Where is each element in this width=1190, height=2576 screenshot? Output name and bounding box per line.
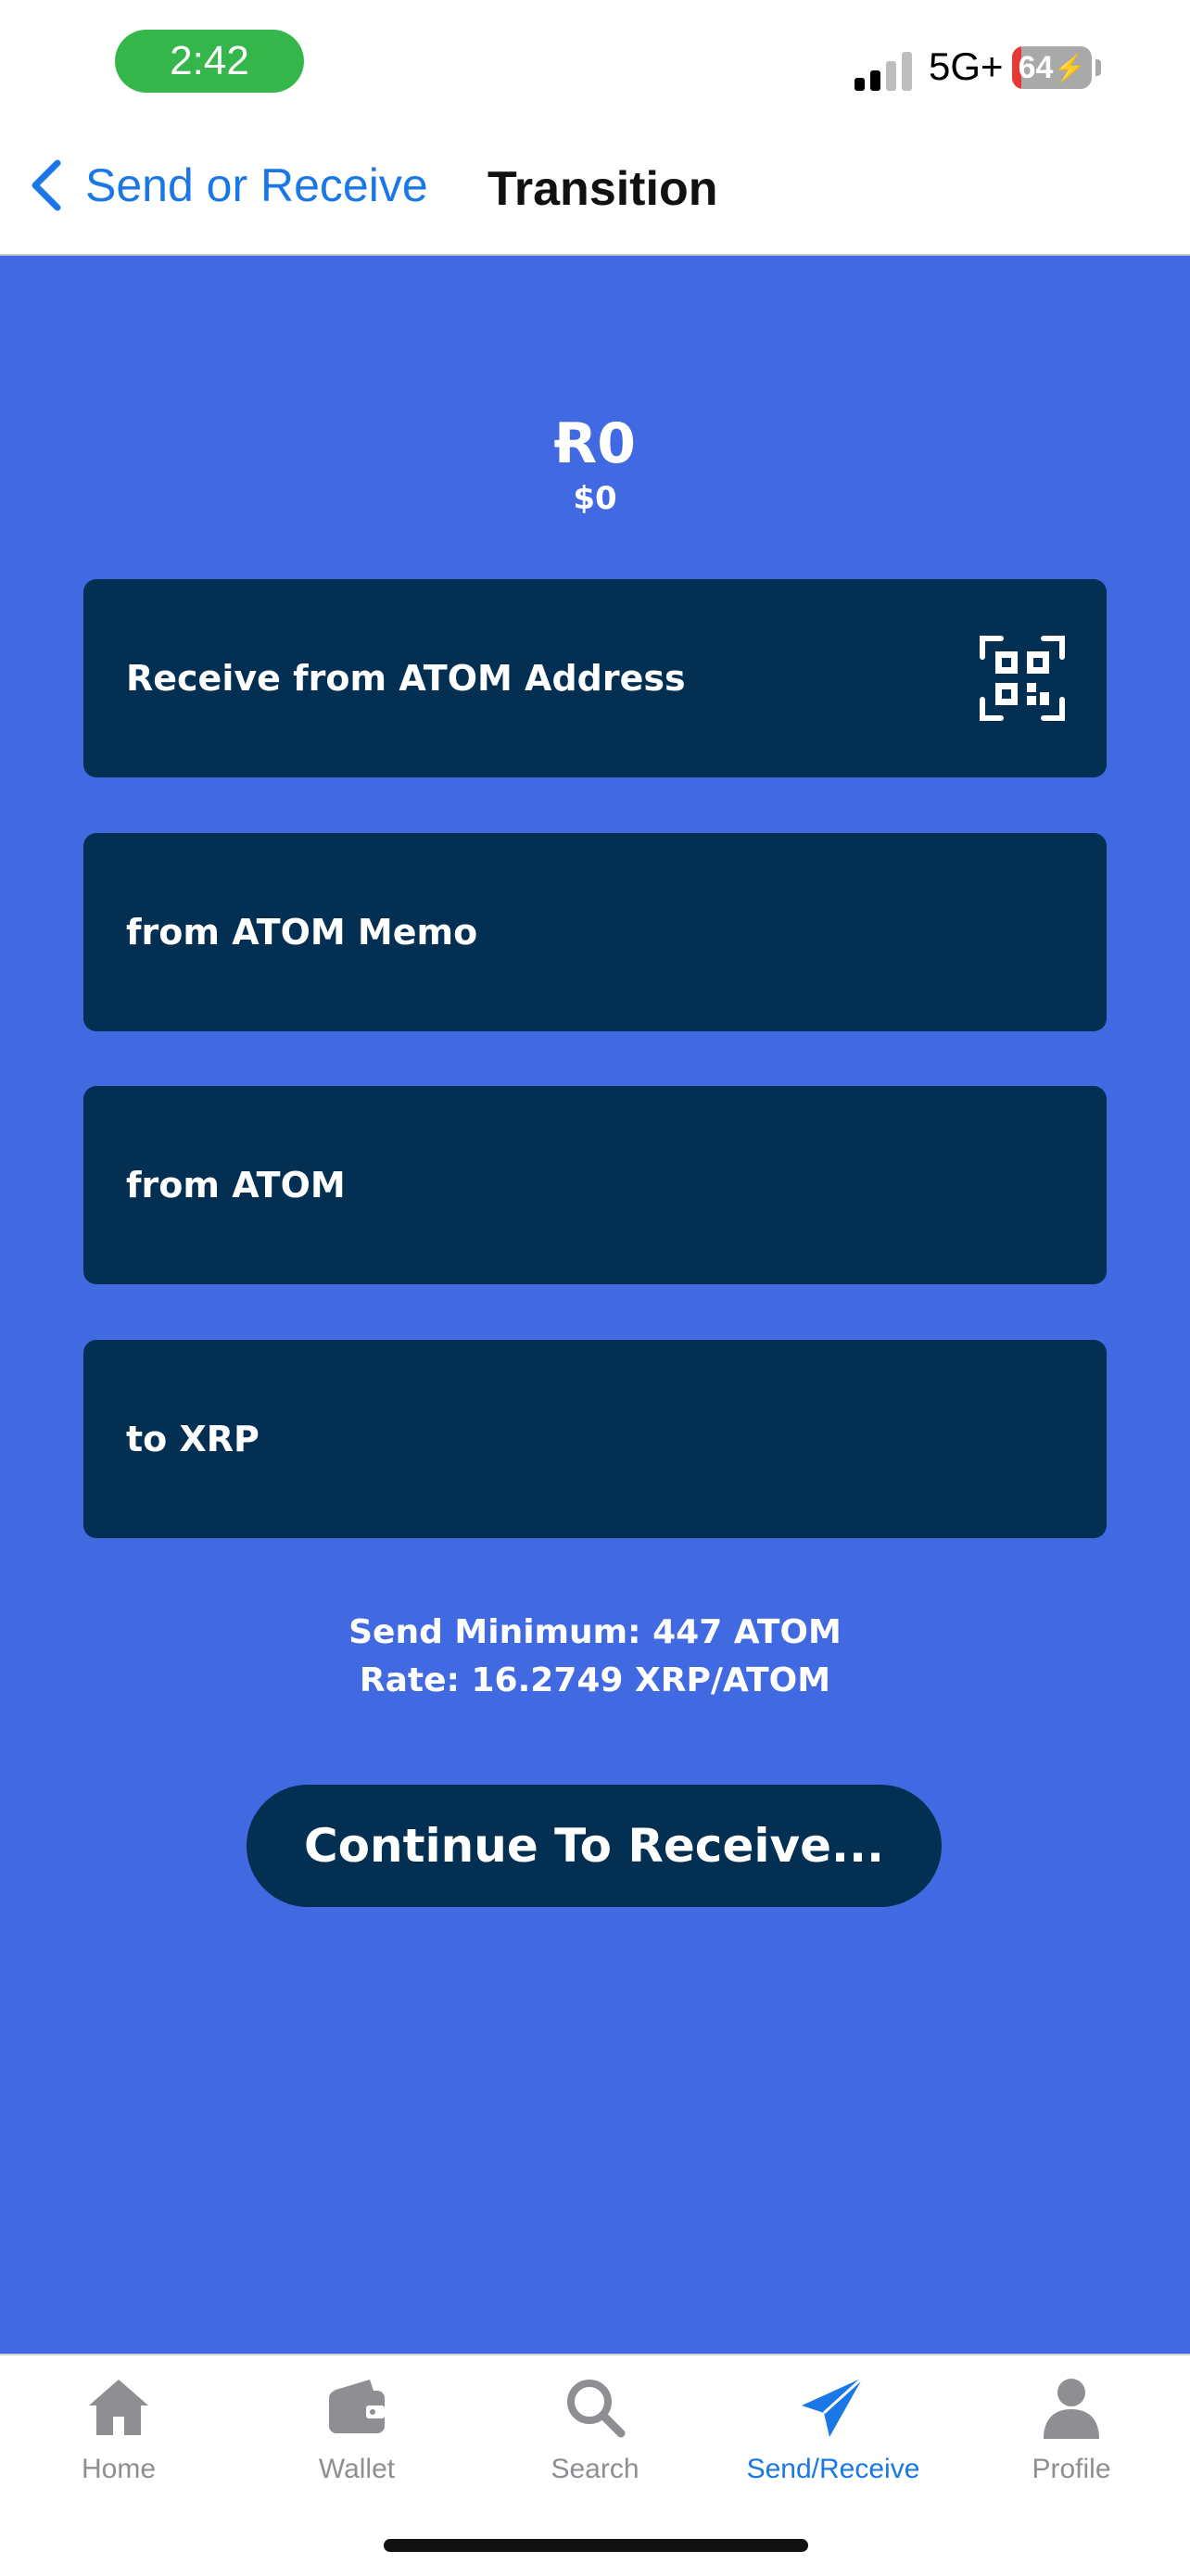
continue-button[interactable]: Continue To Receive... <box>247 1785 942 1907</box>
balance-amount: Ɍ0 <box>554 411 636 476</box>
receive-address-label: Receive from ATOM Address <box>126 658 686 699</box>
battery-icon: 64 ⚡ <box>1012 46 1092 89</box>
to-amount-field[interactable]: to XRP <box>83 1340 1107 1538</box>
tab-home[interactable]: Home <box>0 2372 237 2493</box>
tab-send-receive[interactable]: Send/Receive <box>715 2372 952 2493</box>
receive-address-field[interactable]: Receive from ATOM Address <box>83 579 1107 777</box>
tab-search-label: Search <box>551 2454 639 2484</box>
exchange-rate-text: Rate: 16.2749 XRP/ATOM <box>359 1661 831 1699</box>
to-amount-label: to XRP <box>126 1419 260 1459</box>
from-amount-label: from ATOM <box>126 1165 346 1206</box>
back-button[interactable]: Send or Receive <box>28 158 428 213</box>
battery-tip <box>1095 59 1101 76</box>
page-title: Transition <box>487 162 718 216</box>
memo-label: from ATOM Memo <box>126 912 478 953</box>
chevron-left-icon <box>32 159 61 211</box>
balance-usd: $0 <box>573 480 617 517</box>
send-minimum-text: Send Minimum: 447 ATOM <box>348 1613 842 1651</box>
home-icon <box>89 2380 148 2435</box>
cellular-signal-icon <box>855 48 916 91</box>
back-button-label: Send or Receive <box>85 159 428 211</box>
tab-profile[interactable]: Profile <box>953 2372 1190 2493</box>
qr-code-icon[interactable] <box>979 635 1066 722</box>
tab-wallet-label: Wallet <box>318 2454 396 2484</box>
wallet-icon <box>329 2380 385 2433</box>
from-amount-field[interactable]: from ATOM <box>83 1086 1107 1284</box>
home-indicator <box>384 2539 808 2552</box>
battery-level: 64 <box>1018 49 1054 85</box>
network-type: 5G+ <box>929 44 1004 88</box>
tab-send-receive-label: Send/Receive <box>746 2454 920 2484</box>
tab-profile-label: Profile <box>1032 2454 1111 2484</box>
main-content: Ɍ0 $0 Receive from ATOM Address from ATO… <box>0 256 1190 2354</box>
status-time: 2:42 <box>115 30 304 93</box>
paper-plane-icon <box>802 2376 865 2437</box>
tab-home-label: Home <box>81 2454 157 2484</box>
memo-field[interactable]: from ATOM Memo <box>83 833 1107 1031</box>
search-icon <box>567 2380 626 2438</box>
status-bar: 2:42 5G+ 64 ⚡ <box>0 0 1190 130</box>
person-icon <box>1044 2379 1099 2439</box>
navigation-bar: Send or Receive Transition <box>0 130 1190 256</box>
tab-search[interactable]: Search <box>476 2372 714 2493</box>
tab-wallet[interactable]: Wallet <box>238 2372 475 2493</box>
